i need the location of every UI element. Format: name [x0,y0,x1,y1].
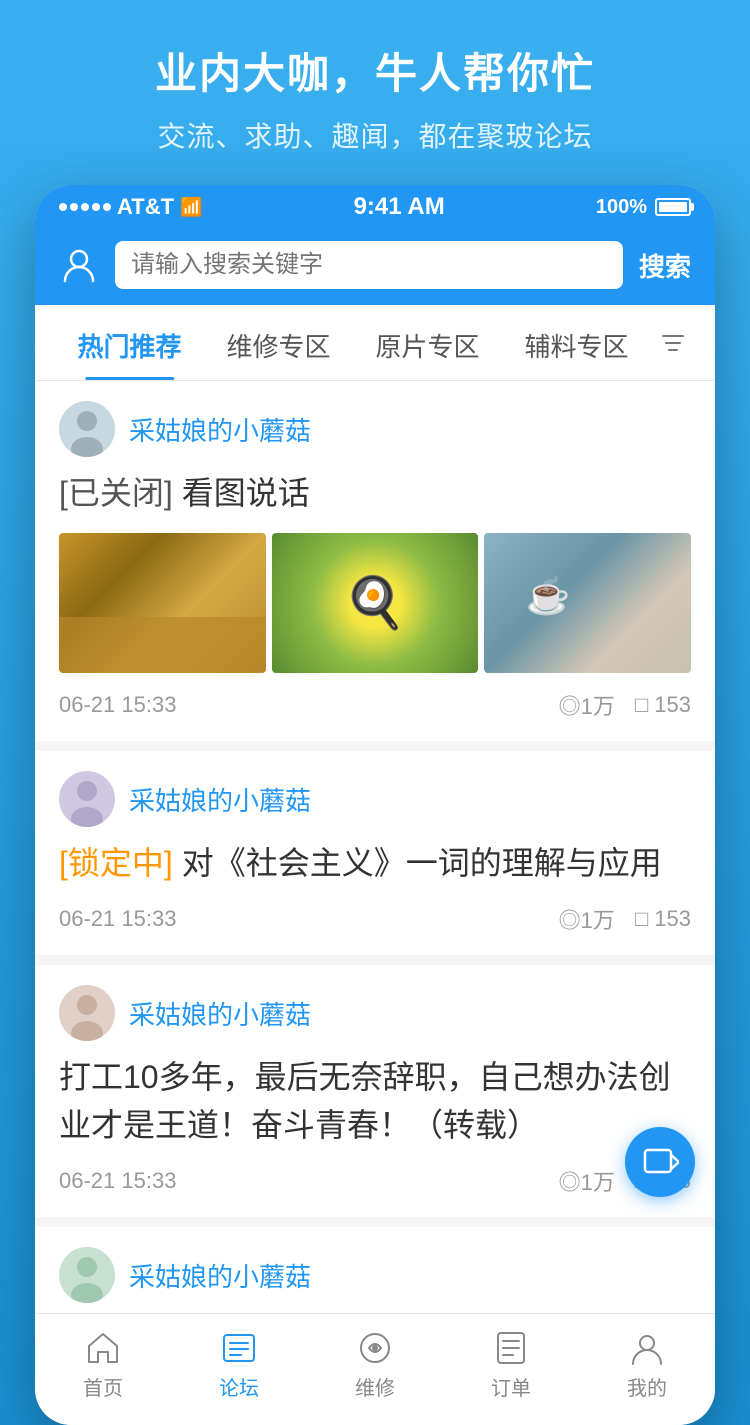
author-name-1: 采姑娘的小蘑菇 [129,411,311,448]
post-card-1[interactable]: 采姑娘的小蘑菇 [已关闭] 看图说话 06-21 15:33 ◎1万 □ 153 [35,381,715,741]
nav-home[interactable]: 首页 [35,1330,171,1401]
tab-material[interactable]: 辅料专区 [502,305,651,380]
post-stats-1: ◎1万 □ 153 [559,689,691,721]
content: 采姑娘的小蘑菇 [已关闭] 看图说话 06-21 15:33 ◎1万 □ 153 [35,381,715,1313]
post-footer-1: 06-21 15:33 ◎1万 □ 153 [59,689,691,721]
tab-nav: 热门推荐 维修专区 原片专区 辅料专区 [35,305,715,381]
post-views-1: ◎1万 [559,689,615,721]
search-input-wrap[interactable] [115,241,623,289]
carrier-label: AT&T [117,194,174,220]
post-card-3[interactable]: 采姑娘的小蘑菇 打工10多年，最后无奈辞职，自己想办法创业才是王道！奋斗青春！（… [35,965,715,1217]
user-icon [59,245,99,285]
post-title-main-3: 打工10多年，最后无奈辞职，自己想办法创业才是王道！奋斗青春！（转载） [59,1059,671,1143]
battery-label: 100% [596,196,647,219]
content-wrapper: 采姑娘的小蘑菇 [已关闭] 看图说话 06-21 15:33 ◎1万 □ 153 [35,381,715,1425]
nav-repair[interactable]: 维修 [307,1330,443,1401]
repair-icon [357,1330,393,1366]
post-image-1-2 [272,533,479,673]
search-bar: 搜索 [35,229,715,305]
nav-repair-label: 维修 [355,1372,395,1401]
search-button[interactable]: 搜索 [635,247,695,284]
author-name-2: 采姑娘的小蘑菇 [129,781,311,818]
user-icon-wrap[interactable] [55,241,103,289]
post-card-partial[interactable]: 采姑娘的小蘑菇 [35,1227,715,1313]
home-icon [85,1330,121,1366]
post-image-1-3 [484,533,691,673]
filter-icon[interactable] [651,321,695,365]
post-footer-2: 06-21 15:33 ◎1万 □ 153 [59,903,691,935]
wifi-icon: 📶 [180,197,202,218]
post-header-3: 采姑娘的小蘑菇 [59,985,691,1041]
float-action-button[interactable] [625,1127,695,1197]
post-stats-2: ◎1万 □ 153 [559,903,691,935]
nav-order[interactable]: 订单 [443,1330,579,1401]
author-name-3: 采姑娘的小蘑菇 [129,995,311,1032]
post-time-2: 06-21 15:33 [59,906,176,932]
forum-icon [221,1330,257,1366]
post-card-2[interactable]: 采姑娘的小蘑菇 [锁定中] 对《社会主义》一词的理解与应用 06-21 15:3… [35,751,715,955]
post-title-2: [锁定中] 对《社会主义》一词的理解与应用 [59,839,691,887]
mine-icon [629,1330,665,1366]
image-grid-1 [59,533,691,673]
post-time-3: 06-21 15:33 [59,1168,176,1194]
post-time-1: 06-21 15:33 [59,692,176,718]
order-icon [493,1330,529,1366]
tab-original[interactable]: 原片专区 [353,305,502,380]
post-comments-2: □ 153 [635,906,691,932]
nav-forum-label: 论坛 [219,1372,259,1401]
bottom-nav: 首页 论坛 维修 [35,1313,715,1425]
avatar-3 [59,985,115,1041]
avatar-2 [59,771,115,827]
float-btn-icon [641,1143,679,1181]
battery-icon [655,198,691,216]
post-views-2: ◎1万 [559,903,615,935]
phone-frame: AT&T 📶 9:41 AM 100% 搜索 热门推荐 维修专区 [35,185,715,1425]
post-header-1: 采姑娘的小蘑菇 [59,401,691,457]
tab-hot[interactable]: 热门推荐 [55,305,204,380]
post-footer-3: 06-21 15:33 ◎1万 □ 153 [59,1165,691,1197]
nav-order-label: 订单 [491,1372,531,1401]
nav-forum[interactable]: 论坛 [171,1330,307,1401]
post-views-3: ◎1万 [559,1165,615,1197]
tab-repair[interactable]: 维修专区 [204,305,353,380]
signal-dots [59,203,111,211]
nav-mine-label: 我的 [627,1372,667,1401]
post-tag-1: [已关闭] [59,475,173,511]
post-title-3: 打工10多年，最后无奈辞职，自己想办法创业才是王道！奋斗青春！（转载） [59,1053,691,1149]
main-title: 业内大咖，牛人帮你忙 [20,40,730,101]
avatar-1 [59,401,115,457]
post-title-main-1: 看图说话 [182,475,310,511]
top-banner: 业内大咖，牛人帮你忙 交流、求助、趣闻，都在聚玻论坛 [0,0,750,185]
post-comments-1: □ 153 [635,692,691,718]
author-name-partial: 采姑娘的小蘑菇 [129,1257,311,1294]
post-title-main-2: 对《社会主义》一词的理解与应用 [182,845,662,881]
avatar-partial [59,1247,115,1303]
status-time: 9:41 AM [354,193,445,221]
battery-fill [659,202,687,212]
nav-mine[interactable]: 我的 [579,1330,715,1401]
sub-title: 交流、求助、趣闻，都在聚玻论坛 [20,115,730,155]
post-image-1-1 [59,533,266,673]
status-bar: AT&T 📶 9:41 AM 100% [35,185,715,229]
status-left: AT&T 📶 [59,194,202,220]
status-right: 100% [596,196,691,219]
post-header-2: 采姑娘的小蘑菇 [59,771,691,827]
post-title-1: [已关闭] 看图说话 [59,469,691,517]
nav-home-label: 首页 [83,1372,123,1401]
search-input[interactable] [131,251,607,279]
post-tag-2: [锁定中] [59,845,173,881]
